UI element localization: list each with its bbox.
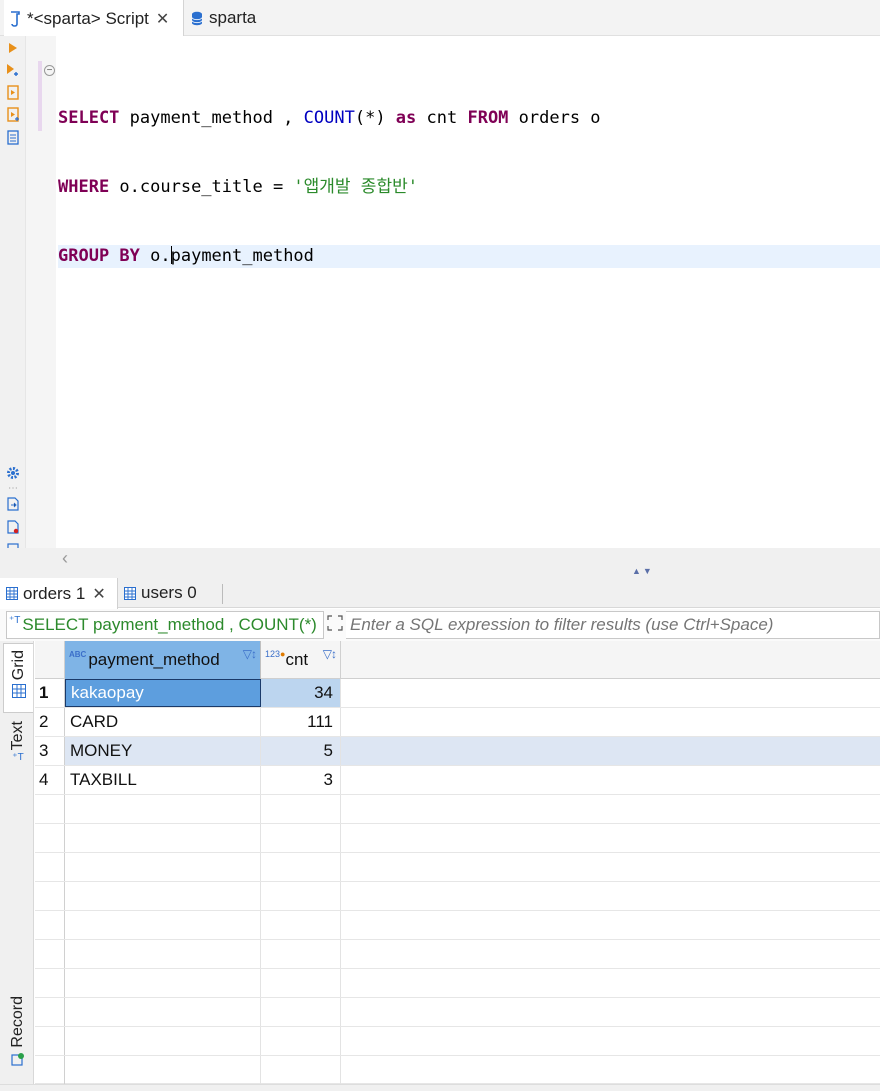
cell-cnt[interactable]: 34: [261, 679, 341, 707]
tab-separator: [222, 584, 223, 604]
row-number[interactable]: 3: [35, 737, 65, 765]
grid-header: ABC payment_method ▽↕ 123● cnt ▽↕: [35, 641, 880, 679]
result-tab-orders[interactable]: orders 1 ✕: [0, 578, 118, 609]
result-tab-bar: orders 1 ✕ users 0: [0, 578, 880, 609]
cell-cnt[interactable]: 5: [261, 737, 341, 765]
editor-toolbar: ⋯: [0, 36, 26, 557]
code-line-2: WHERE o.course_title = '앱개발 종합반': [58, 177, 418, 197]
cell-payment-method[interactable]: kakaopay: [65, 679, 261, 707]
empty-row: [35, 1027, 880, 1056]
cell-cnt[interactable]: 3: [261, 766, 341, 794]
column-header-payment-method[interactable]: ABC payment_method ▽↕: [65, 641, 261, 679]
tab-sparta-connection[interactable]: sparta: [186, 0, 256, 36]
close-icon[interactable]: ✕: [156, 9, 169, 29]
cell-cnt[interactable]: 111: [261, 708, 341, 736]
cell-payment-method[interactable]: TAXBILL: [65, 766, 261, 794]
table-icon: [6, 587, 18, 600]
empty-row: [35, 853, 880, 882]
more-icon[interactable]: ⋯: [6, 480, 20, 496]
result-grid[interactable]: ABC payment_method ▽↕ 123● cnt ▽↕ 1 kaka…: [35, 641, 880, 1084]
empty-row: [35, 969, 880, 998]
export-icon[interactable]: [6, 496, 20, 512]
explain-plan-icon[interactable]: [6, 129, 20, 145]
row-number-header[interactable]: [35, 641, 65, 679]
text-view-icon: ⁺T: [12, 752, 24, 764]
editor-tab-bar: *<sparta> Script ✕ sparta: [0, 0, 880, 37]
execute-statement-icon[interactable]: [6, 40, 20, 56]
record-icon: [11, 1052, 25, 1066]
result-tab-label: orders 1: [23, 583, 86, 603]
empty-row: [35, 1056, 880, 1084]
query-text-label[interactable]: ⁺T SELECT payment_method , COUNT(*): [6, 611, 324, 639]
empty-row: [35, 795, 880, 824]
tab-label: sparta: [209, 8, 257, 27]
sql-editor[interactable]: ⋯ − SELECT payment_method , COUNT(*) as …: [0, 36, 880, 557]
maximize-restore-arrows-icon[interactable]: ▲▼: [632, 566, 654, 576]
panel-splitter[interactable]: [0, 548, 880, 578]
filter-bar: ⁺T SELECT payment_method , COUNT(*): [0, 609, 880, 641]
sql-code[interactable]: SELECT payment_method , COUNT(*) as cnt …: [58, 61, 880, 314]
column-header-cnt[interactable]: 123● cnt ▽↕: [261, 641, 341, 679]
code-line-3: GROUP BY o.payment_method: [58, 245, 880, 268]
view-tab-grid[interactable]: Grid: [3, 643, 33, 713]
fold-collapse-icon[interactable]: −: [44, 65, 55, 76]
database-icon: [188, 9, 206, 27]
table-row[interactable]: 4 TAXBILL 3: [35, 766, 880, 795]
filter-sort-icon[interactable]: ▽↕: [323, 647, 337, 661]
filter-sort-icon[interactable]: ▽↕: [243, 647, 257, 661]
view-tab-record[interactable]: Record: [3, 996, 33, 1086]
empty-row: [35, 911, 880, 940]
code-line-1: SELECT payment_method , COUNT(*) as cnt …: [58, 108, 601, 128]
execute-script-icon[interactable]: [6, 84, 20, 100]
scroll-left-icon[interactable]: ‹: [62, 548, 68, 569]
tab-label: *<sparta> Script: [27, 8, 149, 28]
table-row[interactable]: 2 CARD 111: [35, 708, 880, 737]
sql-script-icon: [6, 10, 24, 28]
row-number[interactable]: 1: [35, 679, 65, 707]
grid-icon: [11, 684, 26, 699]
empty-row: [35, 940, 880, 969]
close-icon[interactable]: ✕: [92, 584, 105, 604]
row-number[interactable]: 4: [35, 766, 65, 794]
view-mode-tabs: Grid Text ⁺T Record: [0, 641, 34, 1091]
sql-query-icon: ⁺T: [9, 615, 21, 626]
expand-filter-icon[interactable]: [327, 615, 345, 633]
table-row[interactable]: 3 MONEY 5: [35, 737, 880, 766]
table-icon: [124, 586, 136, 600]
cell-payment-method[interactable]: MONEY: [65, 737, 261, 765]
view-tab-text[interactable]: Text ⁺T: [3, 721, 33, 781]
text-type-icon: ABC: [69, 650, 87, 659]
empty-row: [35, 882, 880, 911]
filter-expression-input[interactable]: [346, 611, 880, 639]
number-type-icon: 123●: [265, 649, 286, 659]
empty-row: [35, 824, 880, 853]
change-marker: [38, 61, 42, 131]
cell-payment-method[interactable]: CARD: [65, 708, 261, 736]
empty-row: [35, 998, 880, 1027]
result-tab-users[interactable]: users 0: [120, 578, 197, 608]
tab-sparta-script[interactable]: *<sparta> Script ✕: [4, 0, 184, 37]
settings-gear-icon[interactable]: [6, 465, 20, 481]
result-tab-label: users 0: [141, 583, 197, 602]
status-bar: [0, 1084, 880, 1091]
execute-statement-new-tab-icon[interactable]: [6, 62, 20, 78]
load-script-icon[interactable]: [6, 519, 20, 535]
table-row[interactable]: 1 kakaopay 34: [35, 679, 880, 708]
execute-script-new-tab-icon[interactable]: [6, 106, 20, 122]
row-number[interactable]: 2: [35, 708, 65, 736]
